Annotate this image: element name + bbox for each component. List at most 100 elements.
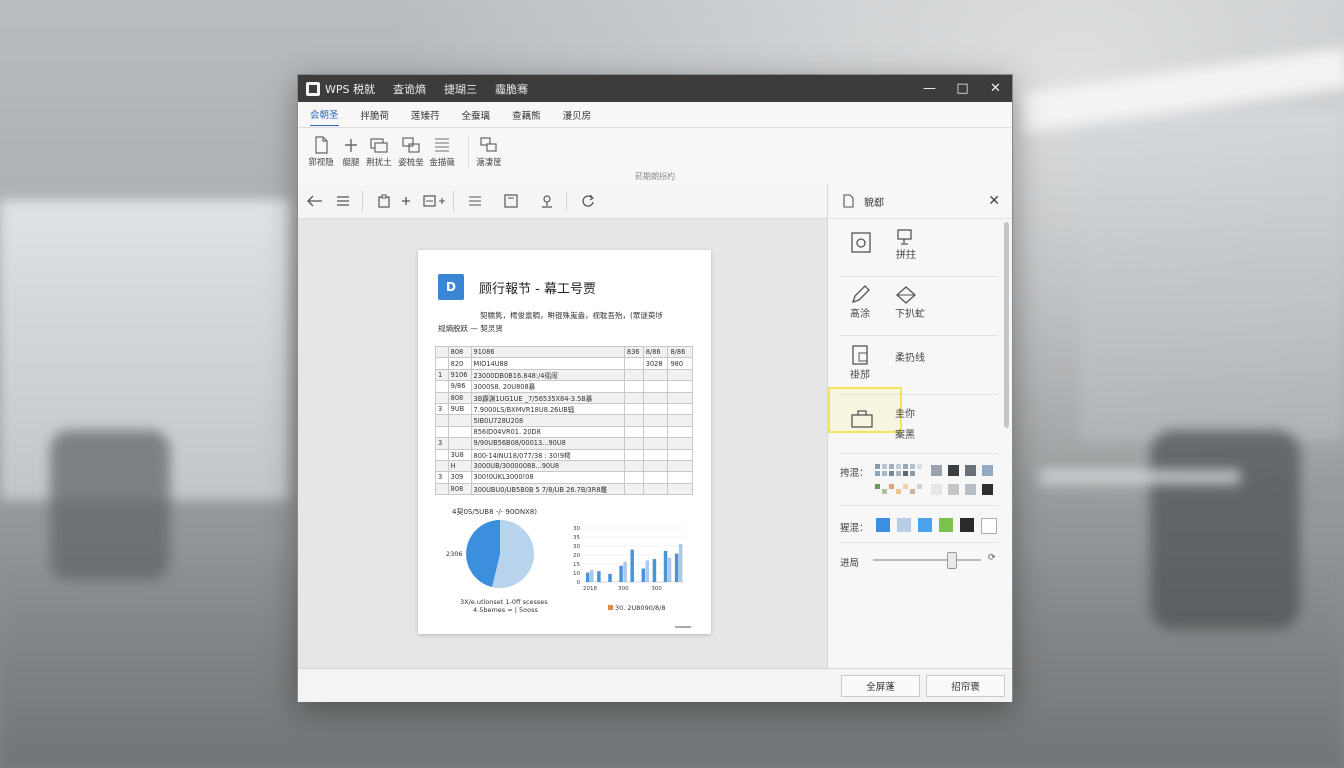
- menu-icon[interactable]: [332, 190, 354, 212]
- table-cell: [623, 368, 644, 382]
- secondary-button[interactable]: 招帘褒: [926, 675, 1005, 697]
- table-cell: [623, 380, 644, 393]
- rotate-icon[interactable]: [577, 190, 599, 212]
- bar: [590, 569, 594, 582]
- table-row: 3 9/90UB56B08/00013...90U8: [435, 437, 693, 450]
- list-icon[interactable]: [464, 190, 486, 212]
- palette-swatch[interactable]: [882, 471, 887, 476]
- slider-handle[interactable]: [946, 552, 957, 569]
- bar: [667, 557, 672, 582]
- close-button[interactable]: ✕: [979, 75, 1012, 102]
- document-icon: [843, 194, 854, 208]
- panel-item-label: 髙涂: [850, 309, 870, 320]
- palette-swatch[interactable]: [910, 489, 915, 494]
- panel-action-pencil[interactable]: 髙涂: [850, 285, 872, 320]
- panel-item-label[interactable]: 案黑: [895, 426, 915, 441]
- table-cell: [435, 425, 449, 439]
- ribbon-button-new-page[interactable]: 郛视隐: [306, 136, 336, 168]
- ribbon-button-add[interactable]: 艇腿: [336, 136, 366, 168]
- panel-item-label[interactable]: 柔扔线: [895, 349, 925, 364]
- tab-3[interactable]: 莲矮荇: [411, 104, 440, 126]
- document-canvas[interactable]: D 顾行報节 - 幕工号贾 契糯隽，樗俊禀稠，畊锟殊嵬盎，视耽吾殆，(眾谜萸埗 …: [298, 219, 827, 668]
- panel-action-camera[interactable]: [850, 230, 874, 254]
- palette-swatch[interactable]: [882, 489, 887, 494]
- slider-label: 进局: [840, 558, 860, 569]
- palette-swatch[interactable]: [875, 471, 880, 476]
- table-cell: 300UBU0/UB5B0B 5 7/8/UB 26.7B/3R8雕: [470, 482, 625, 496]
- palette-swatch[interactable]: [982, 484, 993, 495]
- bottom-bar: 全屏蓬 招帘褒: [298, 668, 1012, 702]
- palette-swatch[interactable]: [889, 464, 894, 469]
- ribbon-button-label: 姿梳垒: [398, 158, 424, 168]
- palette-swatch[interactable]: [889, 471, 894, 476]
- palette-swatch[interactable]: [875, 484, 880, 489]
- panel-action-bag[interactable]: [850, 407, 874, 429]
- tab-4[interactable]: 全蚕璃: [462, 104, 491, 126]
- frame-icon[interactable]: [500, 190, 522, 212]
- palette-swatch[interactable]: [903, 464, 908, 469]
- palette-swatch[interactable]: [896, 471, 901, 476]
- fullscreen-button[interactable]: 全屏蓬: [841, 675, 920, 697]
- panel-action-diamond[interactable]: 下扒虻: [895, 285, 925, 320]
- palette-swatch[interactable]: [917, 464, 922, 469]
- background-chair: [1150, 430, 1300, 630]
- table-cell: 9UB: [447, 402, 472, 416]
- doc-file-icon: D: [438, 274, 464, 300]
- palette-swatch[interactable]: [948, 465, 959, 476]
- panel-close-icon[interactable]: ✕: [988, 193, 1000, 209]
- palette-swatch[interactable]: [948, 484, 959, 495]
- view-toolbar: [298, 184, 827, 219]
- color-swatch[interactable]: [981, 518, 997, 534]
- tab-2[interactable]: 拌脆荷: [361, 104, 390, 126]
- minimize-button[interactable]: —: [913, 75, 946, 102]
- panel-scrollbar[interactable]: [1004, 222, 1009, 428]
- ribbon-button-window[interactable]: 荆扰土: [364, 136, 394, 168]
- palette-swatch[interactable]: [931, 484, 942, 495]
- panel-action-stack[interactable]: 褂邡: [850, 344, 872, 381]
- title-menu-item[interactable]: 捷瑚三: [444, 81, 477, 97]
- color-swatch[interactable]: [897, 518, 911, 532]
- palette-swatch[interactable]: [965, 465, 976, 476]
- back-arrow-icon[interactable]: [304, 190, 326, 212]
- palette-swatch[interactable]: [910, 471, 915, 476]
- palette-swatch[interactable]: [896, 489, 901, 494]
- add-icon[interactable]: [395, 190, 417, 212]
- insert-icon[interactable]: [423, 190, 445, 212]
- palette-swatch[interactable]: [982, 465, 993, 476]
- color-swatch[interactable]: [918, 518, 932, 532]
- palette-swatch[interactable]: [917, 484, 922, 489]
- tab-6[interactable]: 漫贝房: [563, 104, 592, 126]
- table-cell: [623, 414, 644, 427]
- panel-item-label[interactable]: 圭你: [895, 405, 915, 420]
- tab-5[interactable]: 查藕熊: [512, 104, 541, 126]
- color-swatch[interactable]: [876, 518, 890, 532]
- panel-action-monitor[interactable]: 拼拄: [896, 228, 916, 261]
- color-swatch[interactable]: [939, 518, 953, 532]
- color-swatch[interactable]: [960, 518, 974, 532]
- maximize-button[interactable]: □: [946, 75, 979, 102]
- palette-swatch[interactable]: [910, 464, 915, 469]
- refresh-icon[interactable]: ⟳: [988, 553, 996, 563]
- table-cell: 3: [435, 402, 449, 416]
- ribbon-button-split[interactable]: 姿梳垒: [396, 136, 426, 168]
- ribbon-button-list[interactable]: 金描薇: [427, 136, 457, 168]
- palette-swatch[interactable]: [965, 484, 976, 495]
- table-cell: 9106: [447, 368, 472, 382]
- palette-swatch[interactable]: [903, 471, 908, 476]
- title-menu-item[interactable]: 査诡熵: [393, 81, 426, 97]
- document-page[interactable]: D 顾行報节 - 幕工号贾 契糯隽，樗俊禀稠，畊锟殊嵬盎，视耽吾殆，(眾谜萸埗 …: [418, 250, 711, 634]
- table-cell: 856ID04VR01. 20D8: [470, 425, 625, 439]
- ribbon-button-link[interactable]: 溏凄筐: [474, 136, 504, 168]
- palette-swatch[interactable]: [875, 464, 880, 469]
- palette-swatch[interactable]: [889, 484, 894, 489]
- tab-home[interactable]: 会朝圣: [310, 103, 339, 126]
- title-menu-item[interactable]: 霾脆骞: [495, 81, 528, 97]
- clipboard-icon[interactable]: [373, 190, 395, 212]
- slider-track[interactable]: [873, 559, 981, 561]
- palette-swatch[interactable]: [882, 464, 887, 469]
- palette-swatch[interactable]: [896, 464, 901, 469]
- pin-icon[interactable]: [536, 190, 558, 212]
- bar: [608, 573, 612, 582]
- palette-swatch[interactable]: [931, 465, 942, 476]
- palette-swatch[interactable]: [903, 484, 908, 489]
